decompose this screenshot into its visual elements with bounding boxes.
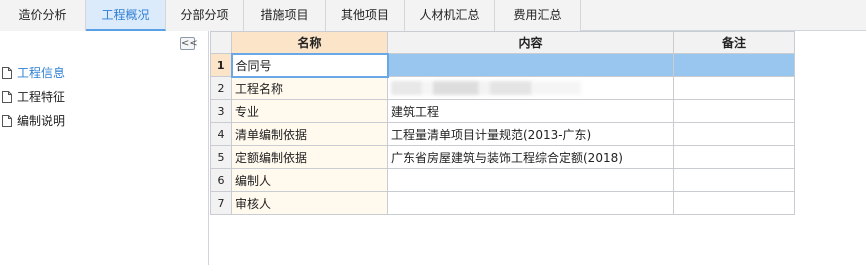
tab-labor-material-machine[interactable]: 人材机汇总 xyxy=(405,0,495,31)
name-cell[interactable]: 定额编制依据 xyxy=(231,145,388,169)
table-row[interactable]: 3 专业 建筑工程 xyxy=(210,99,795,123)
row-number[interactable]: 5 xyxy=(210,145,232,169)
document-icon xyxy=(2,91,12,103)
project-info-table: 名称 内容 备注 1 合同号 2 工程名称 3 专业 建筑工程 4 清单编制依据… xyxy=(210,31,795,215)
note-cell[interactable] xyxy=(673,76,795,100)
table-row[interactable]: 4 清单编制依据 工程量清单项目计量规范(2013-广东) xyxy=(210,122,795,146)
document-icon xyxy=(2,67,12,79)
tab-other-items[interactable]: 其他项目 xyxy=(326,0,405,31)
row-number[interactable]: 3 xyxy=(210,99,232,123)
note-cell[interactable] xyxy=(673,99,795,123)
note-cell[interactable] xyxy=(673,191,795,215)
column-header-content[interactable]: 内容 xyxy=(387,31,674,54)
tab-sub-items[interactable]: 分部分项 xyxy=(166,0,244,31)
sidebar-item-label: 工程信息 xyxy=(17,66,66,80)
sidebar: << 工程信息 工程特征 编制说明 xyxy=(0,31,209,265)
tab-cost-analysis[interactable]: 造价分析 xyxy=(0,0,86,31)
column-header-note[interactable]: 备注 xyxy=(673,31,795,54)
row-number[interactable]: 6 xyxy=(210,168,232,192)
document-icon xyxy=(2,115,12,127)
name-cell[interactable]: 审核人 xyxy=(231,191,388,215)
redacted-content xyxy=(391,81,581,96)
table-header-row: 名称 内容 备注 xyxy=(210,31,795,54)
content-cell[interactable]: 广东省房屋建筑与装饰工程综合定额(2018) xyxy=(387,145,674,169)
content-cell[interactable] xyxy=(387,168,674,192)
sidebar-item-project-info[interactable]: 工程信息 xyxy=(2,64,65,82)
tab-project-overview[interactable]: 工程概况 xyxy=(86,0,166,31)
name-cell[interactable]: 合同号 xyxy=(230,52,389,78)
project-info-grid-area: 名称 内容 备注 1 合同号 2 工程名称 3 专业 建筑工程 4 清单编制依据… xyxy=(210,31,866,265)
table-row[interactable]: 7 审核人 xyxy=(210,191,795,215)
name-cell[interactable]: 清单编制依据 xyxy=(231,122,388,146)
sidebar-item-label: 编制说明 xyxy=(17,114,66,128)
sidebar-item-label: 工程特征 xyxy=(17,90,66,104)
content-cell-redacted[interactable] xyxy=(387,76,674,100)
tab-measures[interactable]: 措施项目 xyxy=(244,0,326,31)
note-cell[interactable] xyxy=(673,145,795,169)
content-cell[interactable]: 建筑工程 xyxy=(387,99,674,123)
column-header-name[interactable]: 名称 xyxy=(231,31,388,54)
row-number[interactable]: 1 xyxy=(210,53,232,77)
name-cell[interactable]: 工程名称 xyxy=(231,76,388,100)
content-cell[interactable] xyxy=(387,191,674,215)
content-cell[interactable]: 工程量清单项目计量规范(2013-广东) xyxy=(387,122,674,146)
content-cell[interactable] xyxy=(387,53,674,77)
table-row[interactable]: 6 编制人 xyxy=(210,168,795,192)
note-cell[interactable] xyxy=(673,122,795,146)
collapse-sidebar-button[interactable]: << xyxy=(180,37,198,50)
corner-cell[interactable] xyxy=(210,31,232,54)
row-number[interactable]: 4 xyxy=(210,122,232,146)
table-row[interactable]: 2 工程名称 xyxy=(210,76,795,100)
row-number[interactable]: 2 xyxy=(210,76,232,100)
tab-bar: 造价分析 工程概况 分部分项 措施项目 其他项目 人材机汇总 费用汇总 xyxy=(0,0,866,31)
tab-fee-summary[interactable]: 费用汇总 xyxy=(495,0,581,31)
note-cell[interactable] xyxy=(673,168,795,192)
name-cell[interactable]: 编制人 xyxy=(231,168,388,192)
table-row[interactable]: 5 定额编制依据 广东省房屋建筑与装饰工程综合定额(2018) xyxy=(210,145,795,169)
name-cell[interactable]: 专业 xyxy=(231,99,388,123)
sidebar-item-compilation-notes[interactable]: 编制说明 xyxy=(2,112,65,130)
table-row[interactable]: 1 合同号 xyxy=(210,52,795,78)
sidebar-item-project-features[interactable]: 工程特征 xyxy=(2,88,65,106)
row-number[interactable]: 7 xyxy=(210,191,232,215)
note-cell[interactable] xyxy=(673,53,795,77)
